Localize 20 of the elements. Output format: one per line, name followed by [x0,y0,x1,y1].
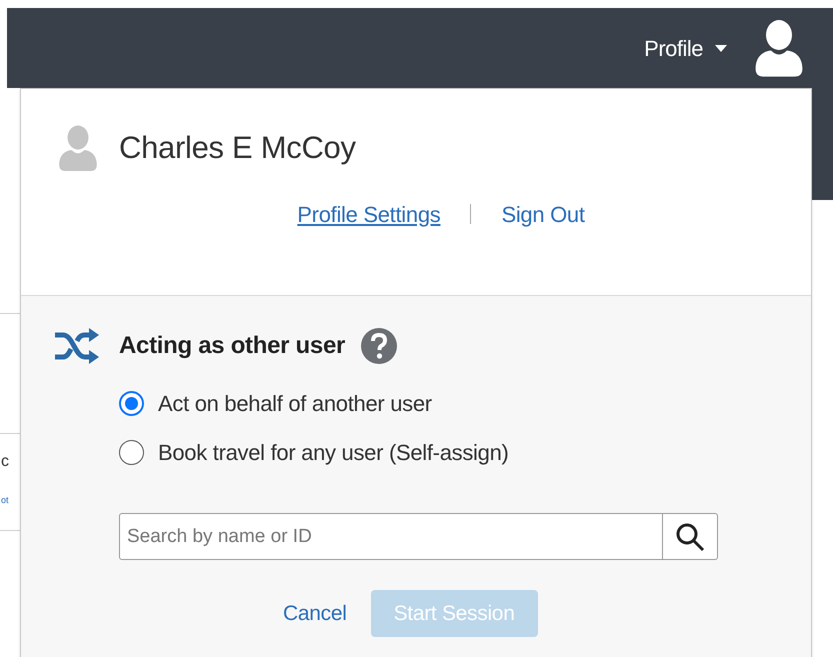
user-icon [57,125,99,172]
user-name: Charles E McCoy [119,129,356,167]
radio-label: Book travel for any user (Self-assign) [158,439,509,467]
section-title: Acting as other user [119,331,346,361]
caret-icon [715,44,727,52]
search-field[interactable]: Search by name or ID [119,513,663,560]
shuffle-icon [53,327,101,365]
menu-link[interactable]: Profile Settings [297,198,440,230]
search-icon [675,522,705,552]
avatar-icon [753,19,805,77]
radio-label: Act on behalf of another user [158,390,432,418]
help-icon[interactable] [361,328,398,364]
radio-button[interactable] [119,391,144,416]
search-button[interactable] [663,513,718,560]
radio-button[interactable] [119,440,144,465]
background-text: c [1,454,9,470]
profile-menu-button[interactable]: Profile [644,32,727,64]
cancel-link[interactable]: Cancel [283,598,347,630]
menu-link[interactable]: Sign Out [501,198,585,230]
background-link[interactable]: ot [1,496,9,505]
